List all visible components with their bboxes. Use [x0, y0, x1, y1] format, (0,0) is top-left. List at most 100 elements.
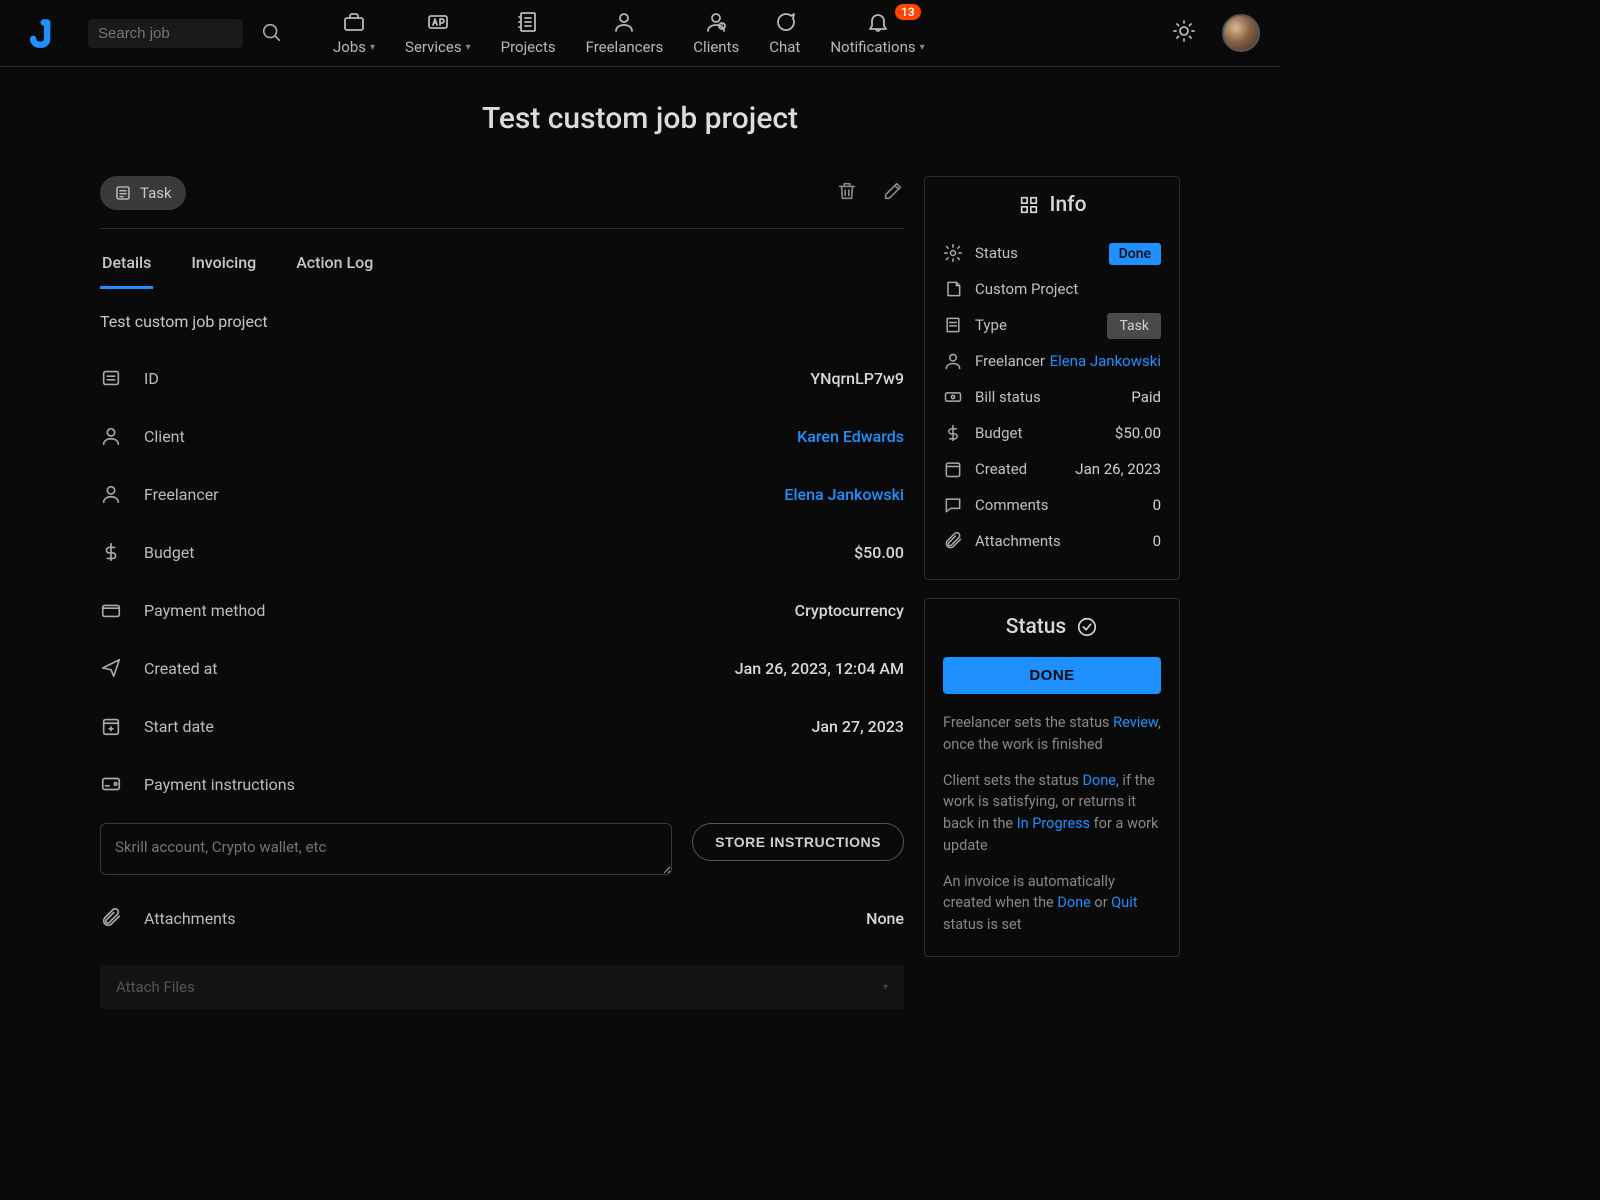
delete-button[interactable] — [836, 180, 858, 206]
avatar[interactable] — [1222, 14, 1260, 52]
dollar-icon — [100, 541, 122, 563]
nav-label-projects: Projects — [501, 38, 556, 56]
dollar-icon — [943, 423, 963, 443]
project-name: Test custom job project — [100, 312, 904, 331]
id-value: YNqrnLP7w9 — [810, 369, 904, 388]
payment-method-value: Cryptocurrency — [795, 601, 904, 620]
id-icon — [100, 367, 122, 389]
attachment-icon — [943, 531, 963, 551]
person-icon — [100, 425, 122, 447]
row-created-at: Created at Jan 26, 2023, 12:04 AM — [100, 639, 904, 697]
document-icon — [943, 315, 963, 335]
money-icon — [943, 387, 963, 407]
row-id: ID YNqrnLP7w9 — [100, 349, 904, 407]
nav-label-notifications: Notifications — [830, 38, 915, 56]
info-comments: Comments 0 — [943, 487, 1161, 523]
info-panel: Info Status Done Custom Project Type Tas… — [924, 176, 1180, 580]
freelancer-link[interactable]: Elena Jankowski — [784, 485, 904, 504]
created-at-value: Jan 26, 2023, 12:04 AM — [735, 659, 904, 678]
start-date-value: Jan 27, 2023 — [811, 717, 904, 736]
nav-label-jobs: Jobs — [333, 38, 366, 56]
notifications-badge: 13 — [895, 4, 921, 20]
nav-freelancers[interactable]: Freelancers — [586, 10, 664, 56]
bell-icon — [866, 10, 890, 34]
send-icon — [100, 657, 122, 679]
row-payment-instructions: Payment instructions — [100, 755, 904, 813]
main-panel: Task Details Invoicing Action Log Test c… — [100, 176, 904, 1009]
done-button[interactable]: DONE — [943, 657, 1161, 694]
info-title: Info — [1050, 193, 1087, 217]
nav-clients[interactable]: ? Clients — [693, 10, 739, 56]
nav-chat[interactable]: Chat — [769, 10, 800, 56]
top-nav: Jobs ▾ Services ▾ Projects Freelancers ? C… — [0, 0, 1280, 67]
chevron-down-icon: ▾ — [466, 42, 471, 53]
nav-notifications[interactable]: 13 Notifications▾ — [830, 10, 924, 56]
search-box[interactable] — [88, 19, 243, 48]
info-budget: Budget $50.00 — [943, 415, 1161, 451]
chat-icon — [773, 10, 797, 34]
nav-label-services: Services — [405, 38, 462, 56]
check-circle-icon — [1076, 616, 1098, 638]
edit-button[interactable] — [882, 180, 904, 206]
person-icon — [100, 483, 122, 505]
user-icon — [612, 10, 636, 34]
page-title: Test custom job project — [0, 101, 1280, 136]
task-pill[interactable]: Task — [100, 176, 186, 210]
info-custom-project: Custom Project — [943, 271, 1161, 307]
chevron-down-icon: ▾ — [883, 982, 888, 993]
grid-icon — [1018, 194, 1040, 216]
comment-icon — [943, 495, 963, 515]
tab-details[interactable]: Details — [100, 245, 153, 289]
nav: Jobs ▾ Services ▾ Projects Freelancers ? C… — [333, 10, 1142, 56]
budget-value: $50.00 — [854, 543, 904, 562]
status-title: Status — [1006, 615, 1067, 639]
info-status: Status Done — [943, 235, 1161, 271]
ad-icon — [426, 10, 450, 34]
nav-jobs[interactable]: Jobs ▾ — [333, 10, 375, 56]
attach-files-input[interactable]: Attach Files ▾ — [100, 965, 904, 1009]
client-link[interactable]: Karen Edwards — [797, 427, 904, 446]
nav-services[interactable]: Services ▾ — [405, 10, 471, 56]
status-help-1: Freelancer sets the status Review, once … — [943, 712, 1161, 756]
task-icon — [114, 184, 132, 202]
notebook-icon — [516, 10, 540, 34]
status-help-3: An invoice is automatically created when… — [943, 871, 1161, 936]
info-freelancer: Freelancer Elena Jankowski — [943, 343, 1161, 379]
tab-actionlog[interactable]: Action Log — [294, 245, 375, 289]
store-instructions-button[interactable]: STORE INSTRUCTIONS — [692, 823, 904, 861]
row-attachments: Attachments None — [100, 889, 904, 947]
info-bill-status: Bill status Paid — [943, 379, 1161, 415]
row-payment-method: Payment method Cryptocurrency — [100, 581, 904, 639]
info-attachments: Attachments 0 — [943, 523, 1161, 559]
tabs: Details Invoicing Action Log — [100, 245, 904, 290]
info-type: Type Task — [943, 307, 1161, 343]
nav-label-clients: Clients — [693, 38, 739, 56]
logo[interactable] — [20, 9, 58, 57]
gear-icon — [943, 243, 963, 263]
row-freelancer: Freelancer Elena Jankowski — [100, 465, 904, 523]
row-client: Client Karen Edwards — [100, 407, 904, 465]
nav-label-chat: Chat — [769, 38, 800, 56]
person-icon — [943, 351, 963, 371]
chevron-down-icon: ▾ — [920, 42, 925, 53]
row-budget: Budget $50.00 — [100, 523, 904, 581]
status-panel: Status DONE Freelancer sets the status R… — [924, 598, 1180, 957]
chevron-down-icon: ▾ — [370, 42, 375, 53]
search-icon[interactable] — [261, 22, 283, 44]
row-start-date: Start date Jan 27, 2023 — [100, 697, 904, 755]
calendar-icon — [943, 459, 963, 479]
status-badge: Done — [1109, 243, 1161, 265]
type-badge: Task — [1107, 313, 1161, 339]
status-help-2: Client sets the status Done, if the work… — [943, 770, 1161, 857]
user-question-icon: ? — [704, 10, 728, 34]
payment-instructions-input[interactable] — [100, 823, 672, 875]
wallet-icon — [100, 599, 122, 621]
nav-projects[interactable]: Projects — [501, 10, 556, 56]
card-icon — [100, 773, 122, 795]
tab-invoicing[interactable]: Invoicing — [189, 245, 258, 289]
theme-toggle[interactable] — [1172, 19, 1196, 47]
sidebar: Info Status Done Custom Project Type Tas… — [924, 176, 1180, 1009]
info-freelancer-link[interactable]: Elena Jankowski — [1050, 352, 1161, 370]
attach-placeholder: Attach Files — [116, 978, 195, 996]
search-input[interactable] — [98, 25, 233, 42]
